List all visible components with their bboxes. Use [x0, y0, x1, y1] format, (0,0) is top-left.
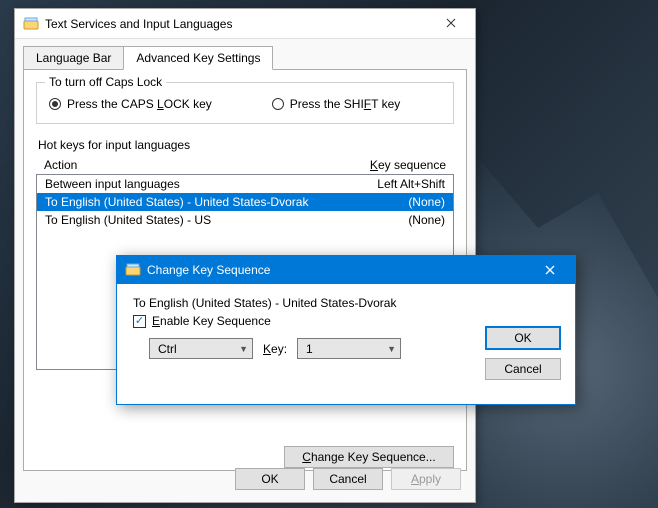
ok-button[interactable]: OK: [235, 468, 305, 490]
col-action: Action: [44, 158, 77, 172]
radio-label: Press the SHIFT key: [290, 97, 401, 111]
radio-press-shift[interactable]: Press the SHIFT key: [272, 97, 401, 111]
cancel-button[interactable]: Cancel: [313, 468, 383, 490]
radio-dot-icon: [272, 98, 284, 110]
close-button[interactable]: [431, 10, 471, 38]
capslock-group: To turn off Caps Lock Press the CAPS LOC…: [36, 82, 454, 124]
cancel-button[interactable]: Cancel: [485, 358, 561, 380]
key-combo[interactable]: 1 ▼: [297, 338, 401, 359]
list-row[interactable]: To English (United States) - US (None): [37, 211, 453, 229]
row-action: To English (United States) - US: [45, 213, 211, 227]
row-keyseq: (None): [408, 195, 445, 209]
change-key-sequence-dialog: Change Key Sequence To English (United S…: [116, 255, 576, 405]
key-label: Key:: [263, 342, 287, 356]
radio-label: Press the CAPS LOCK key: [67, 97, 212, 111]
checkbox-label: Enable Key Sequence: [152, 314, 271, 328]
tab-advanced-key-settings[interactable]: Advanced Key Settings: [123, 46, 273, 70]
sub-window-title: Change Key Sequence: [147, 263, 531, 277]
apply-button: Apply: [391, 468, 461, 490]
hotkeys-header: Action Key sequence: [36, 156, 454, 174]
close-icon: [545, 262, 555, 278]
list-row[interactable]: Between input languages Left Alt+Shift: [37, 175, 453, 193]
radio-press-capslock[interactable]: Press the CAPS LOCK key: [49, 97, 212, 111]
ok-button[interactable]: OK: [485, 326, 561, 350]
modifier-combo[interactable]: Ctrl ▼: [149, 338, 253, 359]
hotkeys-section-label: Hot keys for input languages: [38, 138, 454, 152]
list-row[interactable]: To English (United States) - United Stat…: [37, 193, 453, 211]
capslock-group-label: To turn off Caps Lock: [45, 75, 166, 89]
tab-language-bar[interactable]: Language Bar: [23, 46, 124, 70]
sub-body: To English (United States) - United Stat…: [117, 284, 575, 404]
checkbox-icon: [133, 315, 146, 328]
row-action: Between input languages: [45, 177, 180, 191]
chevron-down-icon: ▼: [239, 344, 248, 354]
close-button[interactable]: [531, 262, 569, 278]
tab-row: Language Bar Advanced Key Settings: [15, 39, 475, 69]
change-key-sequence-button[interactable]: Change Key Sequence...: [284, 446, 454, 468]
radio-dot-icon: [49, 98, 61, 110]
sub-titlebar: Change Key Sequence: [117, 256, 575, 284]
titlebar: Text Services and Input Languages: [15, 9, 475, 39]
close-icon: [446, 17, 456, 31]
target-language-label: To English (United States) - United Stat…: [133, 296, 559, 310]
col-key-sequence: Key sequence: [370, 158, 446, 172]
keyboard-icon: [125, 262, 141, 278]
row-action: To English (United States) - United Stat…: [45, 195, 308, 209]
chevron-down-icon: ▼: [387, 344, 396, 354]
key-value: 1: [306, 342, 313, 356]
modifier-value: Ctrl: [158, 342, 177, 356]
dialog-buttons: OK Cancel Apply: [235, 468, 461, 490]
window-title: Text Services and Input Languages: [45, 17, 431, 31]
keyboard-icon: [23, 16, 39, 32]
row-keyseq: Left Alt+Shift: [377, 177, 445, 191]
row-keyseq: (None): [408, 213, 445, 227]
